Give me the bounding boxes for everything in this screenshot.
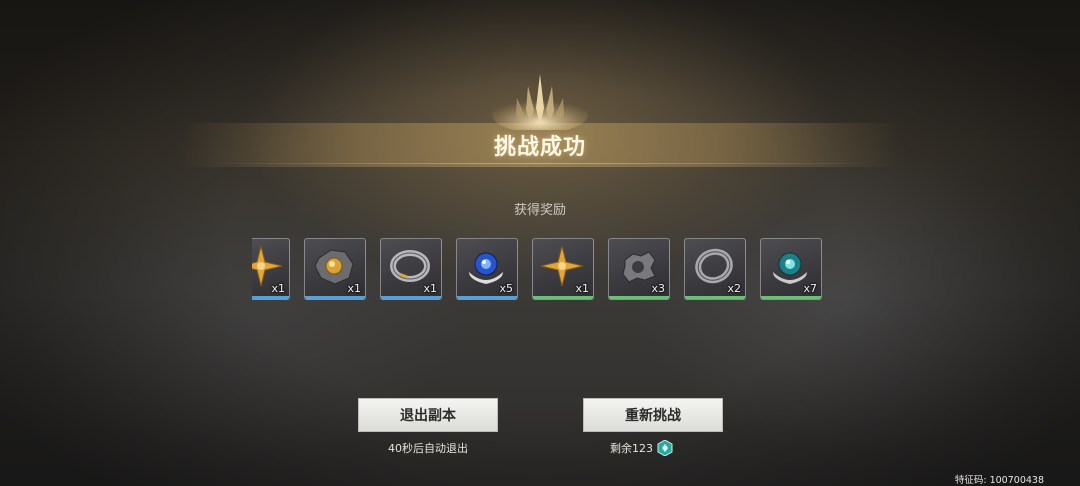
reward-quantity: x1 [271,282,285,295]
rarity-bar [252,296,289,299]
reward-item[interactable]: x3 [608,238,670,300]
reward-item[interactable]: x1 [532,238,594,300]
rarity-bar [761,296,821,299]
reward-quantity: x1 [575,282,589,295]
stamina-crystal-icon [657,440,673,456]
reward-item[interactable]: x5 [456,238,518,300]
rarity-bar [685,296,745,299]
star-crest-icon [492,74,588,130]
rarity-bar [305,296,365,299]
rarity-bar [609,296,669,299]
title-underline [210,163,870,164]
page-title: 挑战成功 [493,135,586,160]
rarity-bar [457,296,517,299]
retry-challenge-button[interactable]: 重新挑战 [583,398,723,432]
rewards-heading: 获得奖励 [513,203,566,218]
exit-instance-button[interactable]: 退出副本 [358,398,498,432]
reward-item[interactable]: x1 [380,238,442,300]
reward-item[interactable]: x1 [304,238,366,300]
reward-item[interactable]: x2 [684,238,746,300]
reward-list: x1 x1 x1 x5 x1 x3 x2 x7 [0,238,1080,302]
retry-remaining: 剩余123 [610,440,673,456]
reward-quantity: x3 [651,282,665,295]
reward-quantity: x1 [423,282,437,295]
reward-quantity: x2 [727,282,741,295]
reward-quantity: x5 [499,282,513,295]
reward-quantity: x1 [347,282,361,295]
remaining-count: 剩余123 [610,442,653,455]
rarity-bar [381,296,441,299]
reward-quantity: x7 [803,282,817,295]
rarity-bar [533,296,593,299]
feature-code: 特征码: 100700438 [954,475,1044,486]
reward-item[interactable]: x1 [252,238,290,300]
reward-item[interactable]: x7 [760,238,822,300]
auto-exit-countdown: 40秒后自动退出 [388,442,468,455]
